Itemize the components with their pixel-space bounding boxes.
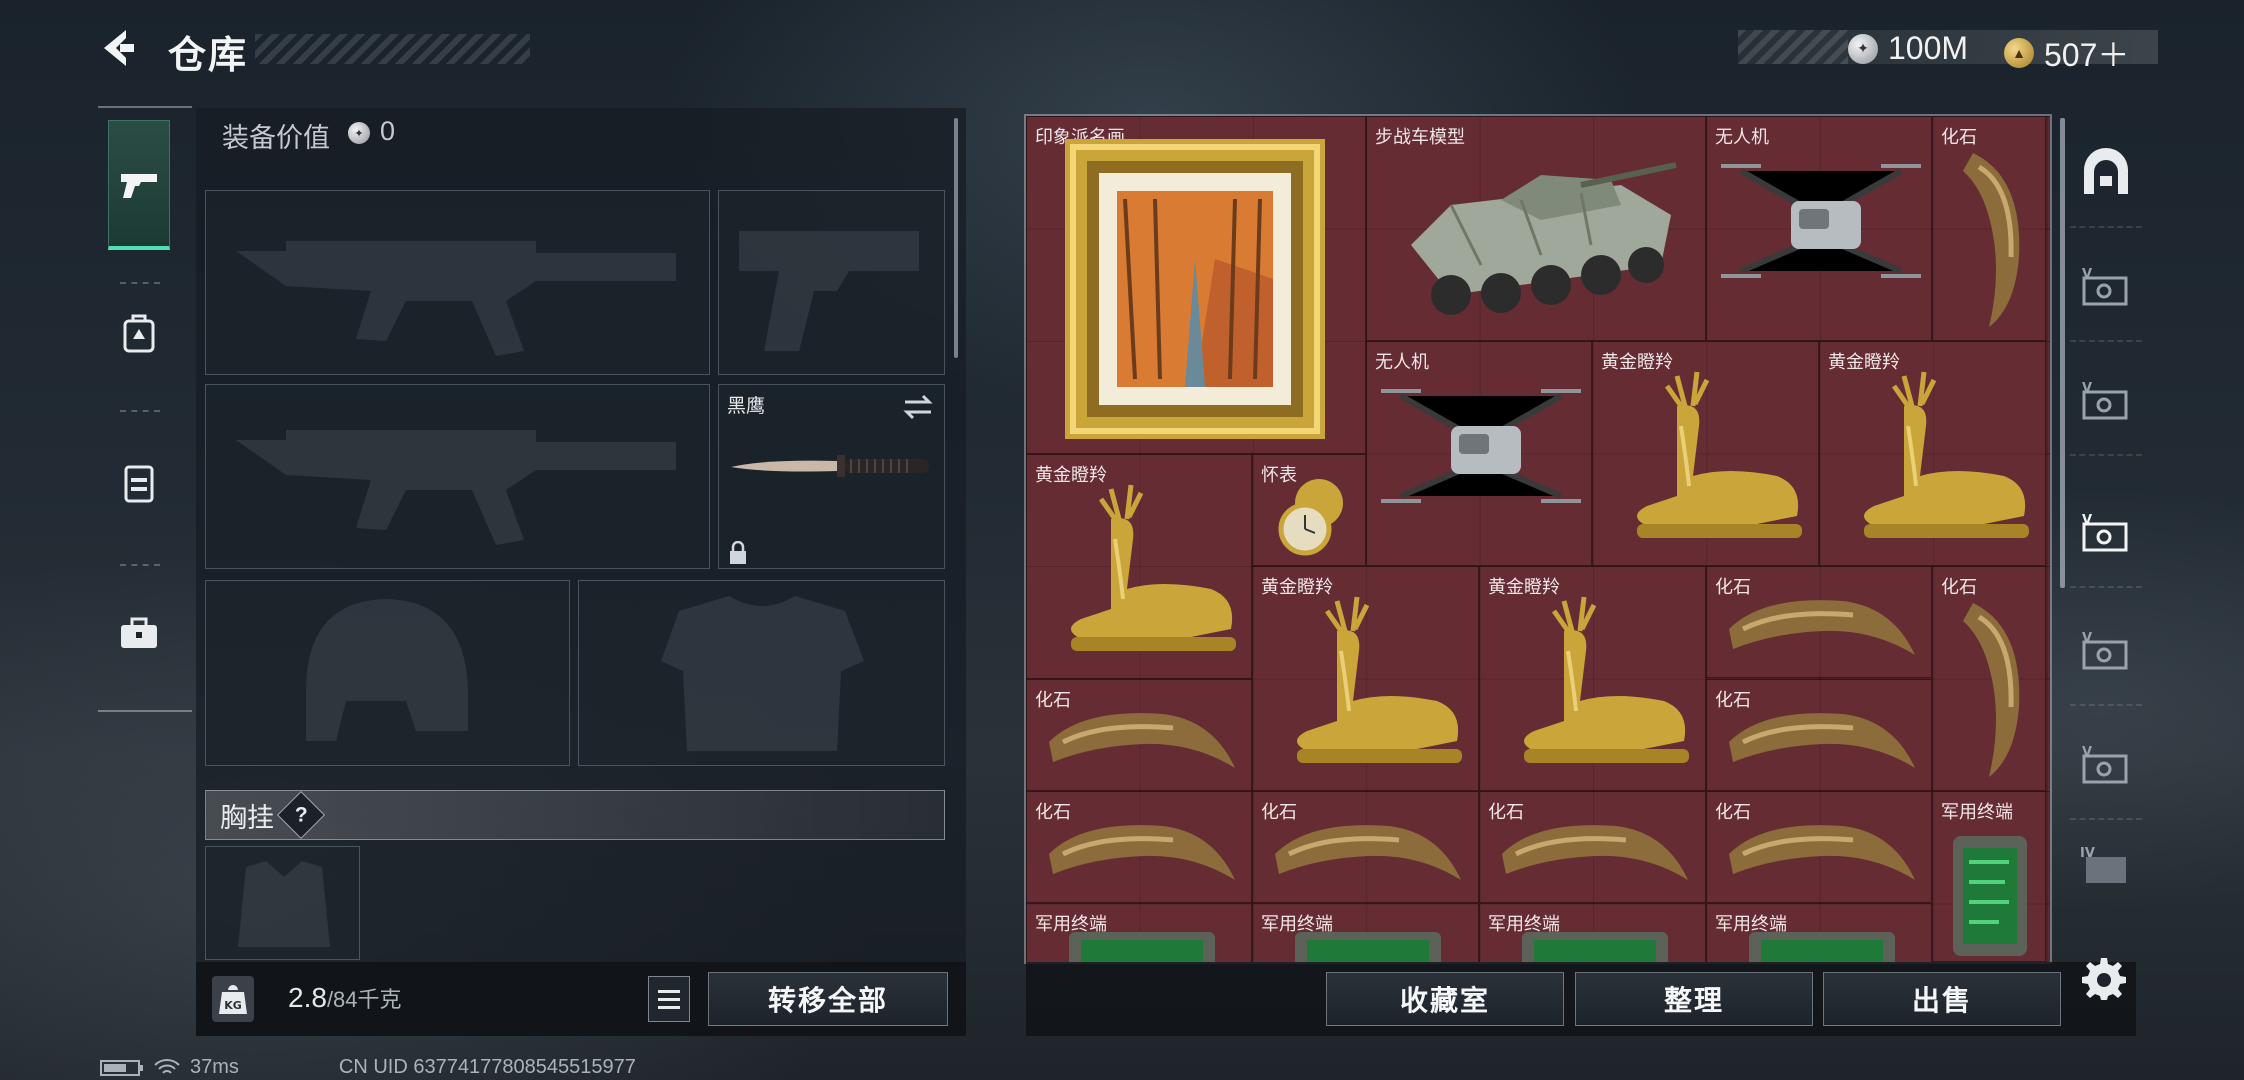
weight-value: 2.8/84千克 <box>288 982 402 1014</box>
tab-backpack[interactable] <box>108 278 170 388</box>
pistol-silhouette-icon <box>739 231 919 351</box>
currency-gold[interactable]: ▲ 507＋ <box>2004 30 2129 76</box>
page-v2[interactable]: V <box>2070 346 2142 456</box>
chest-rig-header: 胸挂 ? <box>205 790 945 840</box>
svg-text:KG: KG <box>224 999 242 1012</box>
weight-icon: KG <box>212 976 254 1022</box>
organize-button[interactable]: 整理 <box>1575 972 1813 1026</box>
primary-weapon-slot-2[interactable] <box>205 384 710 569</box>
vest-icon <box>124 465 154 503</box>
page-v1[interactable]: V <box>2070 232 2142 342</box>
ping-value: 37ms <box>190 1056 239 1078</box>
user-uid: CN UID 63774177808545515977 <box>338 1056 636 1078</box>
page-iv[interactable]: IV <box>2070 810 2142 920</box>
backpack-icon <box>123 314 155 353</box>
transfer-all-button[interactable]: 转移全部 <box>708 972 948 1026</box>
collection-room-button[interactable]: 收藏室 <box>1326 972 1564 1026</box>
safe-icon: V <box>2082 267 2128 306</box>
silver-amount: 100M <box>1888 30 1969 66</box>
briefcase-icon <box>121 617 157 648</box>
helmet-silhouette-icon <box>306 599 468 741</box>
chest-rig-label: 胸挂 <box>220 802 274 833</box>
tab-weapons[interactable] <box>108 120 170 250</box>
sell-button[interactable]: 出售 <box>1823 972 2061 1026</box>
settings-button[interactable] <box>2082 956 2126 1005</box>
helmet-slot[interactable] <box>205 580 570 766</box>
equipment-value: 0 <box>380 116 396 146</box>
equipment-value-label: 装备价值 <box>222 123 330 153</box>
knife-icon <box>731 455 929 477</box>
back-button[interactable] <box>96 24 144 72</box>
rifle-silhouette-icon <box>236 241 676 356</box>
currency-silver[interactable]: ✦ 100M <box>1848 30 1968 67</box>
warehouse-pages: V V V V V IV <box>2070 106 2142 926</box>
help-icon[interactable]: ? <box>276 790 326 840</box>
page-main[interactable] <box>2070 118 2142 228</box>
page-title: 仓库 <box>168 35 249 77</box>
warehouse-scrollbar[interactable] <box>2060 118 2065 588</box>
value-coin-icon: ✦ <box>348 122 370 144</box>
silver-coin-icon: ✦ <box>1848 33 1878 64</box>
chest-rig-slot[interactable] <box>205 846 360 960</box>
list-view-button[interactable] <box>648 976 690 1022</box>
tab-case[interactable] <box>108 578 170 688</box>
rifle-silhouette-icon <box>236 430 676 545</box>
body-armor-slot[interactable] <box>578 580 945 766</box>
gold-coin-icon: ▲ <box>2004 38 2034 68</box>
warehouse-frame <box>1024 114 2052 964</box>
safe-icon: V <box>2082 745 2128 784</box>
tab-chest-rig[interactable] <box>108 428 170 538</box>
title-decoration <box>255 34 530 64</box>
vault-icon <box>2084 148 2128 194</box>
gold-amount: 507＋ <box>2044 37 2130 73</box>
equipment-scrollbar[interactable] <box>954 118 958 358</box>
armor-silhouette-icon <box>661 596 864 751</box>
currency-decoration <box>1738 30 1848 64</box>
safe-icon: V <box>2082 631 2128 670</box>
melee-name: 黑鹰 <box>727 396 766 417</box>
swap-icon[interactable] <box>901 393 935 421</box>
page-v3-active[interactable]: V <box>2070 478 2142 588</box>
page-v5[interactable]: V <box>2070 710 2142 820</box>
equipment-tabs <box>98 106 192 712</box>
gear-icon <box>2082 958 2126 1000</box>
safe-icon: V <box>2082 513 2128 552</box>
weight-max: /84千克 <box>326 987 402 1012</box>
melee-slot[interactable]: 黑鹰 <box>718 384 945 569</box>
battery-icon <box>100 1059 143 1076</box>
weight-current: 2.8 <box>288 982 327 1013</box>
folder-icon: IV <box>2080 846 2126 883</box>
status-bar: 37ms CN UID 63774177808545515977 <box>100 1056 636 1079</box>
back-arrow-icon <box>104 30 134 66</box>
wifi-icon <box>154 1058 180 1074</box>
pistol-icon <box>121 173 157 198</box>
page-v4[interactable]: V <box>2070 596 2142 706</box>
sidearm-slot[interactable] <box>718 190 945 375</box>
chest-rig-silhouette-icon <box>238 861 330 947</box>
safe-icon: V <box>2082 381 2128 420</box>
primary-weapon-slot-1[interactable] <box>205 190 710 375</box>
lock-icon <box>730 541 746 564</box>
